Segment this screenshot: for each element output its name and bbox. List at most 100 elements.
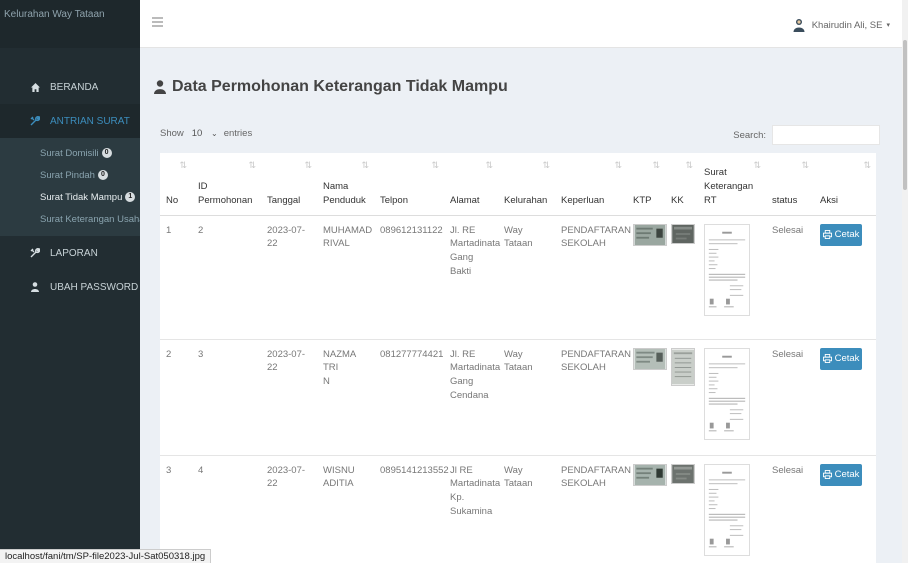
cell-kk xyxy=(665,215,698,340)
column-header-surat-keterangan-rt[interactable]: ⇅ Surat Keterangan RT xyxy=(698,153,766,216)
sidebar-menu: BERANDA ANTRIAN SURAT Surat Domisili 0 S… xyxy=(0,70,140,304)
column-header-status[interactable]: ⇅ status xyxy=(766,153,814,216)
cell-kelurahan: Way Tataan xyxy=(498,455,555,563)
column-header-kelurahan[interactable]: ⇅ Kelurahan xyxy=(498,153,555,216)
print-icon xyxy=(822,354,832,363)
ktp-thumbnail[interactable] xyxy=(633,463,667,486)
sidebar: Kelurahan Way Tataan BERANDA ANTRIAN SUR… xyxy=(0,0,140,563)
cell-nama: NAZMA TRI N xyxy=(317,339,374,456)
cell-alamat: Jl. RE Martadinata Gang Cendana xyxy=(444,339,500,456)
sort-icon: ⇅ xyxy=(431,160,438,170)
sort-icon: ⇅ xyxy=(304,160,311,170)
cell-no: 3 xyxy=(160,455,192,563)
sidebar-subitem-surat-pindah[interactable]: Surat Pindah 0 xyxy=(0,164,140,186)
cell-status: Selesai xyxy=(766,455,814,563)
sidebar-subitem-surat-keterangan-usaha[interactable]: Surat Keterangan Usaha 0 xyxy=(0,208,140,230)
column-header-keperluan[interactable]: ⇅ Keperluan xyxy=(555,153,627,216)
table-search: Search: xyxy=(733,125,880,145)
cell-kelurahan: Way Tataan xyxy=(498,215,555,340)
user-icon xyxy=(154,80,166,94)
cell-nama: WISNU ADITIA xyxy=(317,455,374,563)
sidebar-item-beranda[interactable]: BERANDA xyxy=(0,70,140,104)
cell-alamat: Jl. RE Martadinata Gang Bakti xyxy=(444,215,500,340)
cell-no: 1 xyxy=(160,215,192,340)
column-header-aksi[interactable]: ⇅ Aksi xyxy=(814,153,876,216)
column-header-no[interactable]: ⇅ No xyxy=(160,153,192,216)
menu-toggle-icon[interactable] xyxy=(152,17,163,27)
chevron-down-icon: ⌄ xyxy=(210,129,218,138)
entries-select[interactable]: 10 ⌄ xyxy=(192,128,218,139)
user-menu[interactable]: Khairudin Ali, SE ▾ xyxy=(792,18,890,32)
sort-icon: ⇅ xyxy=(179,160,186,170)
cell-ktp xyxy=(627,339,667,456)
column-header-ktp[interactable]: ⇅ KTP xyxy=(627,153,665,216)
sort-icon: ⇅ xyxy=(685,160,692,170)
column-header-telpon[interactable]: ⇅ Telpon xyxy=(374,153,444,216)
surat-rt-thumbnail[interactable] xyxy=(704,223,750,316)
sidebar-subitem-surat-tidak-mampu[interactable]: Surat Tidak Mampu 1 xyxy=(0,186,140,208)
cell-kk xyxy=(665,455,698,563)
sort-icon: ⇅ xyxy=(485,160,492,170)
search-input[interactable] xyxy=(772,125,880,145)
cell-id: 2 xyxy=(192,215,261,340)
cetak-button[interactable]: Cetak xyxy=(820,463,862,486)
cell-surat-keterangan-rt xyxy=(698,339,766,456)
page-scrollbar[interactable] xyxy=(902,0,908,563)
cell-id: 3 xyxy=(192,339,261,456)
sort-icon: ⇅ xyxy=(753,160,760,170)
count-badge: 0 xyxy=(97,170,108,180)
column-header-id[interactable]: ⇅ ID Permohonan xyxy=(192,153,261,216)
sidebar-subitem-surat-domisili[interactable]: Surat Domisili 0 xyxy=(0,142,140,164)
home-icon xyxy=(28,82,42,92)
surat-rt-thumbnail[interactable] xyxy=(704,347,750,440)
cell-status: Selesai xyxy=(766,215,814,340)
print-icon xyxy=(822,470,832,479)
column-header-kk[interactable]: ⇅ KK xyxy=(665,153,698,216)
cell-telpon: 0895141213552 xyxy=(374,455,449,563)
column-header-tanggal[interactable]: ⇅ Tanggal xyxy=(261,153,317,216)
user-avatar-icon xyxy=(793,19,805,32)
sort-icon: ⇅ xyxy=(542,160,549,170)
count-badge: 0 xyxy=(101,148,112,158)
sidebar-item-ubah-password[interactable]: UBAH PASSWORD xyxy=(0,270,140,304)
kk-thumbnail[interactable] xyxy=(671,223,695,244)
column-header-nama[interactable]: ⇅ Nama Penduduk xyxy=(317,153,374,216)
cell-tanggal: 2023-07- 22 xyxy=(261,339,317,456)
cetak-button[interactable]: Cetak xyxy=(820,347,862,370)
sort-icon: ⇅ xyxy=(652,160,659,170)
table-row: 1 2 2023-07- 22 MUHAMAD RIVAL 089612131122… xyxy=(160,215,876,340)
sort-icon: ⇅ xyxy=(801,160,808,170)
cell-keperluan: PENDAFTARAN SEKOLAH xyxy=(555,339,631,456)
cell-aksi: Cetak xyxy=(814,339,876,456)
cell-tanggal: 2023-07- 22 xyxy=(261,455,317,563)
brand-logo[interactable]: Kelurahan Way Tataan xyxy=(0,0,140,48)
sidebar-item-laporan[interactable]: LAPORAN xyxy=(0,236,140,270)
top-navbar: Khairudin Ali, SE ▾ xyxy=(140,0,902,48)
cell-status: Selesai xyxy=(766,339,814,456)
cell-tanggal: 2023-07- 22 xyxy=(261,215,317,340)
sidebar-item-label: BERANDA xyxy=(50,81,99,93)
table-header-row: ⇅ No ⇅ ID Permohonan ⇅ Tanggal ⇅ Nama Penduduk… xyxy=(160,153,876,216)
column-header-alamat[interactable]: ⇅ Alamat xyxy=(444,153,498,216)
sidebar-item-label: UBAH PASSWORD xyxy=(50,281,139,293)
ktp-thumbnail[interactable] xyxy=(633,223,667,246)
ktp-thumbnail[interactable] xyxy=(633,347,667,370)
entries-length: Show 10 ⌄ entries xyxy=(160,128,253,139)
main-content: Data Permohonan Keterangan Tidak Mampu S… xyxy=(140,48,902,563)
cell-alamat: Jl RE Martadinata Kp. Sukamina xyxy=(444,455,500,563)
kk-thumbnail[interactable] xyxy=(671,347,695,386)
browser-status-url: localhost/fani/tm/SP-file2023-Jul-Sat050… xyxy=(0,549,212,563)
cell-surat-keterangan-rt xyxy=(698,215,766,340)
scrollbar-thumb[interactable] xyxy=(903,40,907,190)
cell-kk xyxy=(665,339,698,456)
cell-ktp xyxy=(627,455,667,563)
sort-icon: ⇅ xyxy=(248,160,255,170)
sidebar-item-antrian-surat[interactable]: ANTRIAN SURAT xyxy=(0,104,140,138)
cell-telpon: 081277774421 xyxy=(374,339,444,456)
cetak-button[interactable]: Cetak xyxy=(820,223,862,246)
sidebar-item-label: LAPORAN xyxy=(50,247,98,259)
surat-rt-thumbnail[interactable] xyxy=(704,463,750,556)
kk-thumbnail[interactable] xyxy=(671,463,695,484)
sort-icon: ⇅ xyxy=(361,160,368,170)
cell-surat-keterangan-rt xyxy=(698,455,766,563)
